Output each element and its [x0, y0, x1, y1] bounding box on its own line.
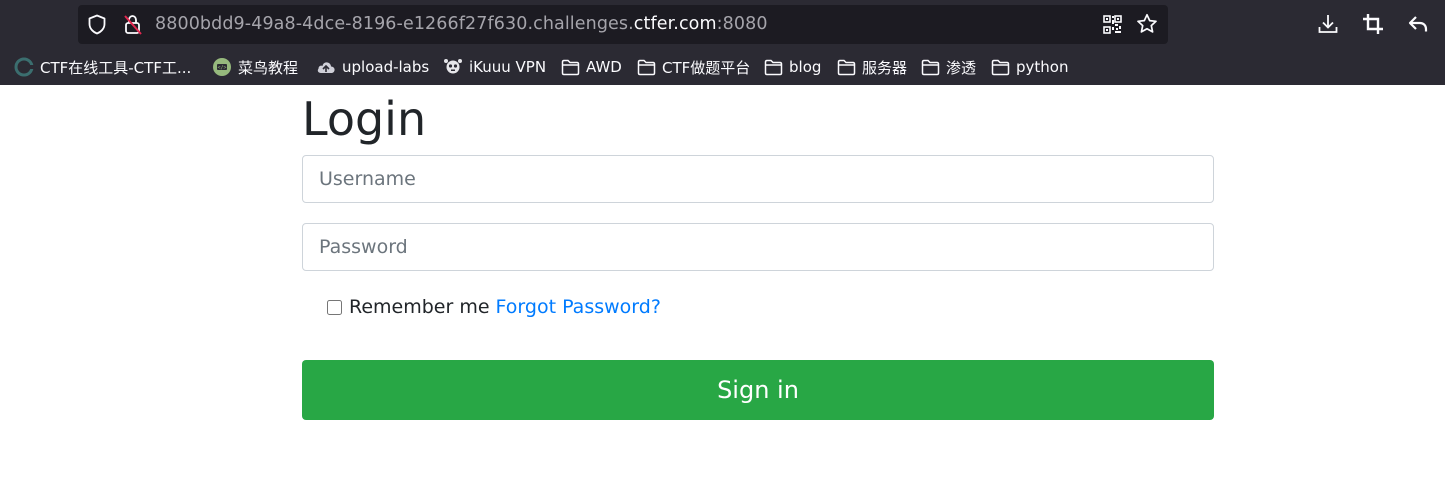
screenshot-crop-icon[interactable]	[1361, 12, 1385, 36]
qr-code-icon[interactable]	[1103, 15, 1122, 34]
browser-chrome: 8800bdd9-49a8-4dce-8196-e1266f27f630.cha…	[0, 0, 1445, 85]
insecure-lock-icon[interactable]	[122, 13, 144, 36]
back-arrow-icon[interactable]	[1406, 12, 1430, 36]
page-title: Login	[302, 92, 427, 146]
bookmark-label: CTF在线工具-CTF工...	[40, 58, 192, 77]
address-bar[interactable]: 8800bdd9-49a8-4dce-8196-e1266f27f630.cha…	[78, 5, 1168, 44]
bookmarks-toolbar: CTF在线工具-CTF工... </> 菜鸟教程 upload-labs iKu…	[0, 53, 1445, 81]
bookmark-label: blog	[789, 58, 822, 76]
bookmark-label: CTF做题平台	[662, 58, 751, 77]
bookmark-label: python	[1016, 58, 1069, 76]
folder-icon	[921, 59, 940, 75]
shield-icon[interactable]	[87, 14, 107, 35]
bookmark-label: 渗透	[946, 58, 977, 77]
bookmark-label: 菜鸟教程	[238, 58, 299, 77]
bookmark-folder-awd[interactable]: AWD	[561, 53, 622, 81]
password-input[interactable]	[302, 223, 1214, 271]
url-suffix: :8080	[716, 14, 768, 34]
vpn-site-icon	[444, 59, 462, 74]
bookmark-folder-ctf-platform[interactable]: CTF做题平台	[637, 53, 750, 81]
svg-text:</>: </>	[217, 65, 226, 71]
username-input[interactable]	[302, 155, 1214, 203]
bookmark-folder-servers[interactable]: 服务器	[837, 53, 907, 81]
bookmark-runoob[interactable]: </> 菜鸟教程	[212, 53, 298, 81]
url-domain: ctfer.com	[633, 14, 717, 34]
folder-icon	[991, 59, 1010, 75]
cloud-upload-icon	[317, 62, 335, 73]
bookmark-label: 服务器	[862, 58, 908, 77]
folder-icon	[837, 59, 856, 75]
bookmark-folder-python[interactable]: python	[991, 53, 1068, 81]
bookmark-ikuuu-vpn[interactable]: iKuuu VPN	[443, 53, 546, 81]
url-text[interactable]: 8800bdd9-49a8-4dce-8196-e1266f27f630.cha…	[155, 5, 768, 44]
bookmark-upload-labs[interactable]: upload-labs	[316, 53, 429, 81]
runoob-icon: </>	[213, 58, 231, 76]
sign-in-button[interactable]: Sign in	[302, 360, 1214, 420]
bookmark-label: AWD	[586, 58, 622, 76]
bookmark-ctf-tools[interactable]: CTF在线工具-CTF工...	[14, 53, 191, 81]
bookmark-label: upload-labs	[342, 58, 430, 76]
bookmark-folder-blog[interactable]: blog	[764, 53, 821, 81]
folder-icon	[561, 59, 580, 75]
remember-me-label[interactable]: Remember me	[349, 296, 490, 318]
login-page: Login Remember me Forgot Password? Sign …	[0, 85, 1445, 492]
remember-row: Remember me Forgot Password?	[327, 295, 661, 319]
folder-icon	[764, 59, 783, 75]
bookmark-label: iKuuu VPN	[469, 58, 547, 76]
bookmark-star-icon[interactable]	[1136, 13, 1158, 35]
forgot-password-link[interactable]: Forgot Password?	[496, 296, 661, 318]
ctf-site-icon	[14, 57, 34, 77]
remember-me-checkbox[interactable]	[327, 299, 342, 315]
folder-icon	[637, 59, 656, 75]
bookmark-folder-pentest[interactable]: 渗透	[921, 53, 976, 81]
url-prefix: 8800bdd9-49a8-4dce-8196-e1266f27f630.cha…	[155, 14, 634, 34]
download-icon[interactable]	[1316, 12, 1340, 36]
